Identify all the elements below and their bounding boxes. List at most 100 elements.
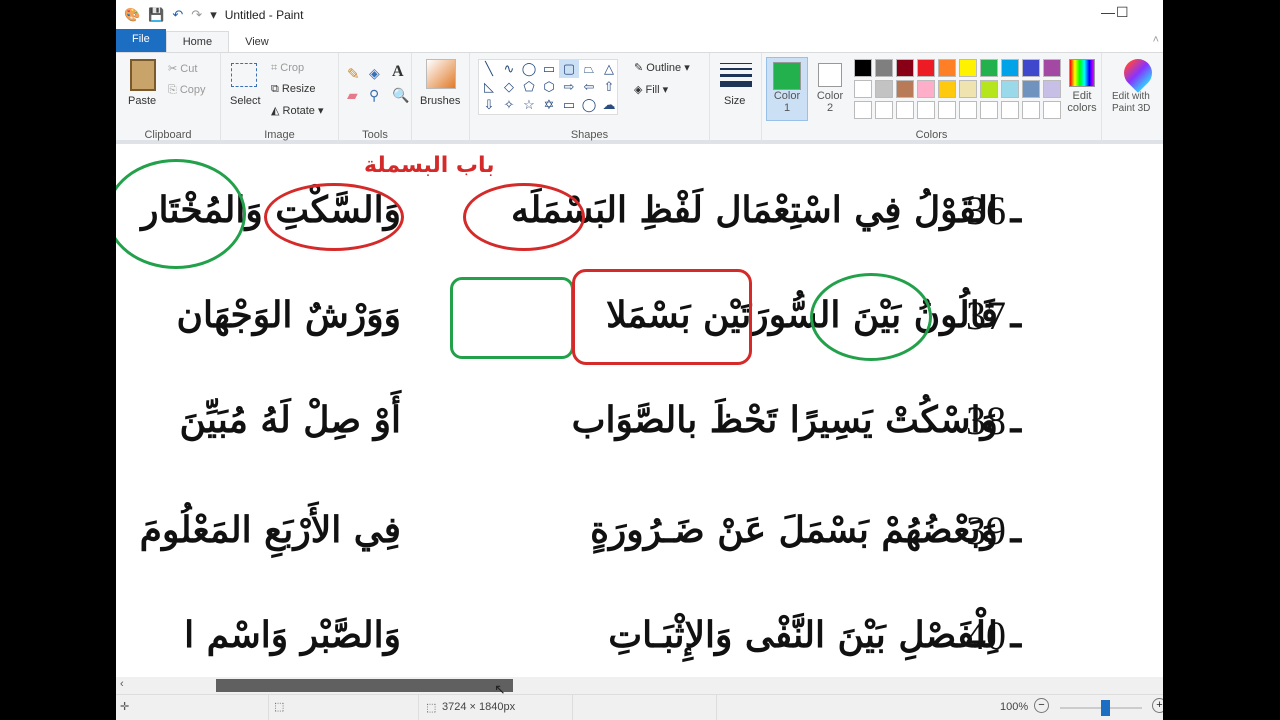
cut-button[interactable]: ✂ Cut <box>168 62 197 75</box>
pencil-icon[interactable]: ✎ <box>347 65 360 83</box>
shape-tool[interactable]: ⬠ <box>519 78 539 96</box>
save-icon[interactable]: 💾 <box>148 7 164 23</box>
shape-tool[interactable]: ▢ <box>559 60 579 78</box>
shape-tool[interactable]: ◇ <box>499 78 519 96</box>
color2-button[interactable]: Color 2 <box>810 57 850 121</box>
brushes-group[interactable]: Brushes <box>412 53 470 144</box>
palette-color-swatch[interactable] <box>854 59 872 77</box>
text-tool-icon[interactable]: A <box>392 63 404 81</box>
edit-colors-button[interactable]: Edit colors <box>1064 59 1100 123</box>
zoom-in-button[interactable]: + <box>1152 698 1163 713</box>
shape-tool[interactable]: ⇨ <box>559 78 579 96</box>
palette-color-swatch[interactable] <box>1022 101 1040 119</box>
palette-color-swatch[interactable] <box>1001 80 1019 98</box>
palette-color-swatch[interactable] <box>959 80 977 98</box>
brushes-icon[interactable] <box>426 59 456 89</box>
edit-with-paint3d-button[interactable]: Edit with Paint 3D <box>1112 53 1163 123</box>
shape-tool[interactable]: ⇧ <box>599 78 619 96</box>
palette-color-swatch[interactable] <box>917 101 935 119</box>
tab-home[interactable]: Home <box>165 31 230 52</box>
palette-color-swatch[interactable] <box>1022 59 1040 77</box>
fill-bucket-icon[interactable]: ◈ <box>369 65 380 82</box>
palette-color-swatch[interactable] <box>875 80 893 98</box>
size-icon[interactable] <box>720 63 752 87</box>
maximize-button[interactable]: ☐ <box>1116 4 1129 21</box>
shape-tool[interactable]: △ <box>599 60 619 78</box>
palette-color-swatch[interactable] <box>1001 59 1019 77</box>
palette-color-swatch[interactable] <box>1043 101 1061 119</box>
color1-button[interactable]: Color 1 <box>766 57 808 121</box>
shape-tool[interactable]: ⇦ <box>579 78 599 96</box>
palette-color-swatch[interactable] <box>1001 101 1019 119</box>
verse-number: 37 <box>966 293 1006 338</box>
palette-color-swatch[interactable] <box>896 80 914 98</box>
select-icon[interactable] <box>231 63 257 87</box>
palette-color-swatch[interactable] <box>1043 80 1061 98</box>
shape-tool[interactable]: ◯ <box>519 60 539 78</box>
shape-tool[interactable]: ⇩ <box>479 96 499 114</box>
palette-color-swatch[interactable] <box>854 80 872 98</box>
palette-color-swatch[interactable] <box>938 59 956 77</box>
eraser-icon[interactable]: ▰ <box>347 87 358 104</box>
fill-button[interactable]: ◈ Fill ▾ <box>634 83 668 96</box>
palette-color-swatch[interactable] <box>938 101 956 119</box>
shape-tool[interactable]: ⬡ <box>539 78 559 96</box>
zoom-out-button[interactable]: − <box>1034 698 1049 713</box>
size-button[interactable]: Size <box>724 95 745 107</box>
undo-icon[interactable]: ↶ <box>172 7 183 23</box>
magnifier-icon[interactable]: 🔍 <box>392 87 409 104</box>
palette-color-swatch[interactable] <box>959 101 977 119</box>
palette-color-swatch[interactable] <box>896 101 914 119</box>
palette-color-swatch[interactable] <box>917 80 935 98</box>
palette-color-swatch[interactable] <box>896 59 914 77</box>
drawing-canvas[interactable]: باب البسملة ـ القَوْلُ فِي اسْتِعْمَال ل… <box>116 149 1163 677</box>
resize-button[interactable]: ⧉ Resize <box>271 83 316 96</box>
collapse-ribbon-icon[interactable]: ˄ <box>1153 34 1159 46</box>
shape-tool[interactable]: ◺ <box>479 78 499 96</box>
rotate-button[interactable]: ◭ Rotate ▾ <box>271 104 324 117</box>
customize-quick-access-icon[interactable]: ▾ <box>210 7 217 23</box>
shape-tool[interactable]: ✡ <box>539 96 559 114</box>
zoom-slider-knob[interactable] <box>1101 700 1111 716</box>
tab-view[interactable]: View <box>229 32 285 52</box>
select-button[interactable]: Select <box>230 95 261 107</box>
shape-tool[interactable]: ✧ <box>499 96 519 114</box>
outline-button[interactable]: ✎ Outline ▾ <box>634 61 690 74</box>
palette-color-swatch[interactable] <box>854 101 872 119</box>
palette-color-swatch[interactable] <box>1043 59 1061 77</box>
palette-color-swatch[interactable] <box>980 80 998 98</box>
palette-color-swatch[interactable] <box>875 59 893 77</box>
copy-button[interactable]: ⎘ Copy <box>168 84 206 97</box>
verse-first-hemistich: ـ وَبَعْضُهُمْ بَسْمَلَ عَنْ ضَـرُورَةٍ <box>590 509 1021 551</box>
color-picker-icon[interactable]: ⚲ <box>369 87 379 104</box>
scroll-left-icon[interactable]: ‹ <box>120 678 124 690</box>
minimize-button[interactable]: — <box>1101 4 1115 20</box>
paste-button[interactable]: Paste <box>128 95 156 107</box>
palette-color-swatch[interactable] <box>917 59 935 77</box>
paste-icon[interactable] <box>130 59 156 91</box>
palette-color-swatch[interactable] <box>938 80 956 98</box>
shape-tool[interactable]: ⏢ <box>579 60 599 78</box>
palette-color-swatch[interactable] <box>980 59 998 77</box>
crop-button[interactable]: ⌗ Crop <box>271 62 304 75</box>
redo-icon[interactable]: ↷ <box>191 7 202 23</box>
shapes-gallery: ╲ ∿ ◯ ▭ ▢ ⏢ △ ◺ ◇ ⬠ ⬡ ⇨ ⇦ ⇧ ⇩ ✧ ☆ ✡ ▭ ◯ ☁ <box>478 59 618 115</box>
palette-color-swatch[interactable] <box>980 101 998 119</box>
shape-tool[interactable]: ╲ <box>479 60 499 78</box>
shape-tool[interactable]: ▭ <box>539 60 559 78</box>
brushes-button[interactable]: Brushes <box>420 95 460 107</box>
palette-color-swatch[interactable] <box>875 101 893 119</box>
shape-tool[interactable]: ◯ <box>579 96 599 114</box>
green-rect-annotation <box>450 277 574 359</box>
tab-file[interactable]: File <box>116 29 166 52</box>
size-group[interactable]: Size <box>710 53 762 144</box>
shape-tool[interactable]: ☁ <box>599 96 619 114</box>
shape-tool[interactable]: ☆ <box>519 96 539 114</box>
zoom-slider[interactable] <box>1060 700 1142 716</box>
horizontal-scrollbar[interactable]: ‹ ↖ <box>116 677 1163 697</box>
palette-color-swatch[interactable] <box>959 59 977 77</box>
shape-tool[interactable]: ▭ <box>559 96 579 114</box>
palette-color-swatch[interactable] <box>1022 80 1040 98</box>
scrollbar-thumb[interactable] <box>216 679 513 692</box>
shape-tool[interactable]: ∿ <box>499 60 519 78</box>
